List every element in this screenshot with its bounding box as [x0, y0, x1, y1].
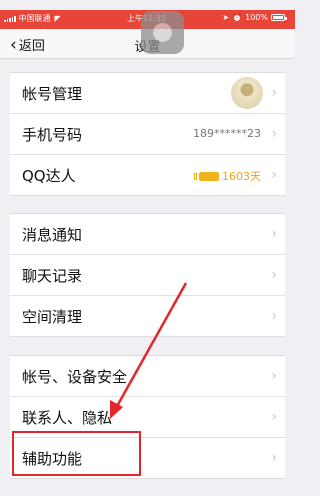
annotation-highlight-box	[12, 431, 141, 476]
annotation-arrow	[110, 282, 188, 419]
